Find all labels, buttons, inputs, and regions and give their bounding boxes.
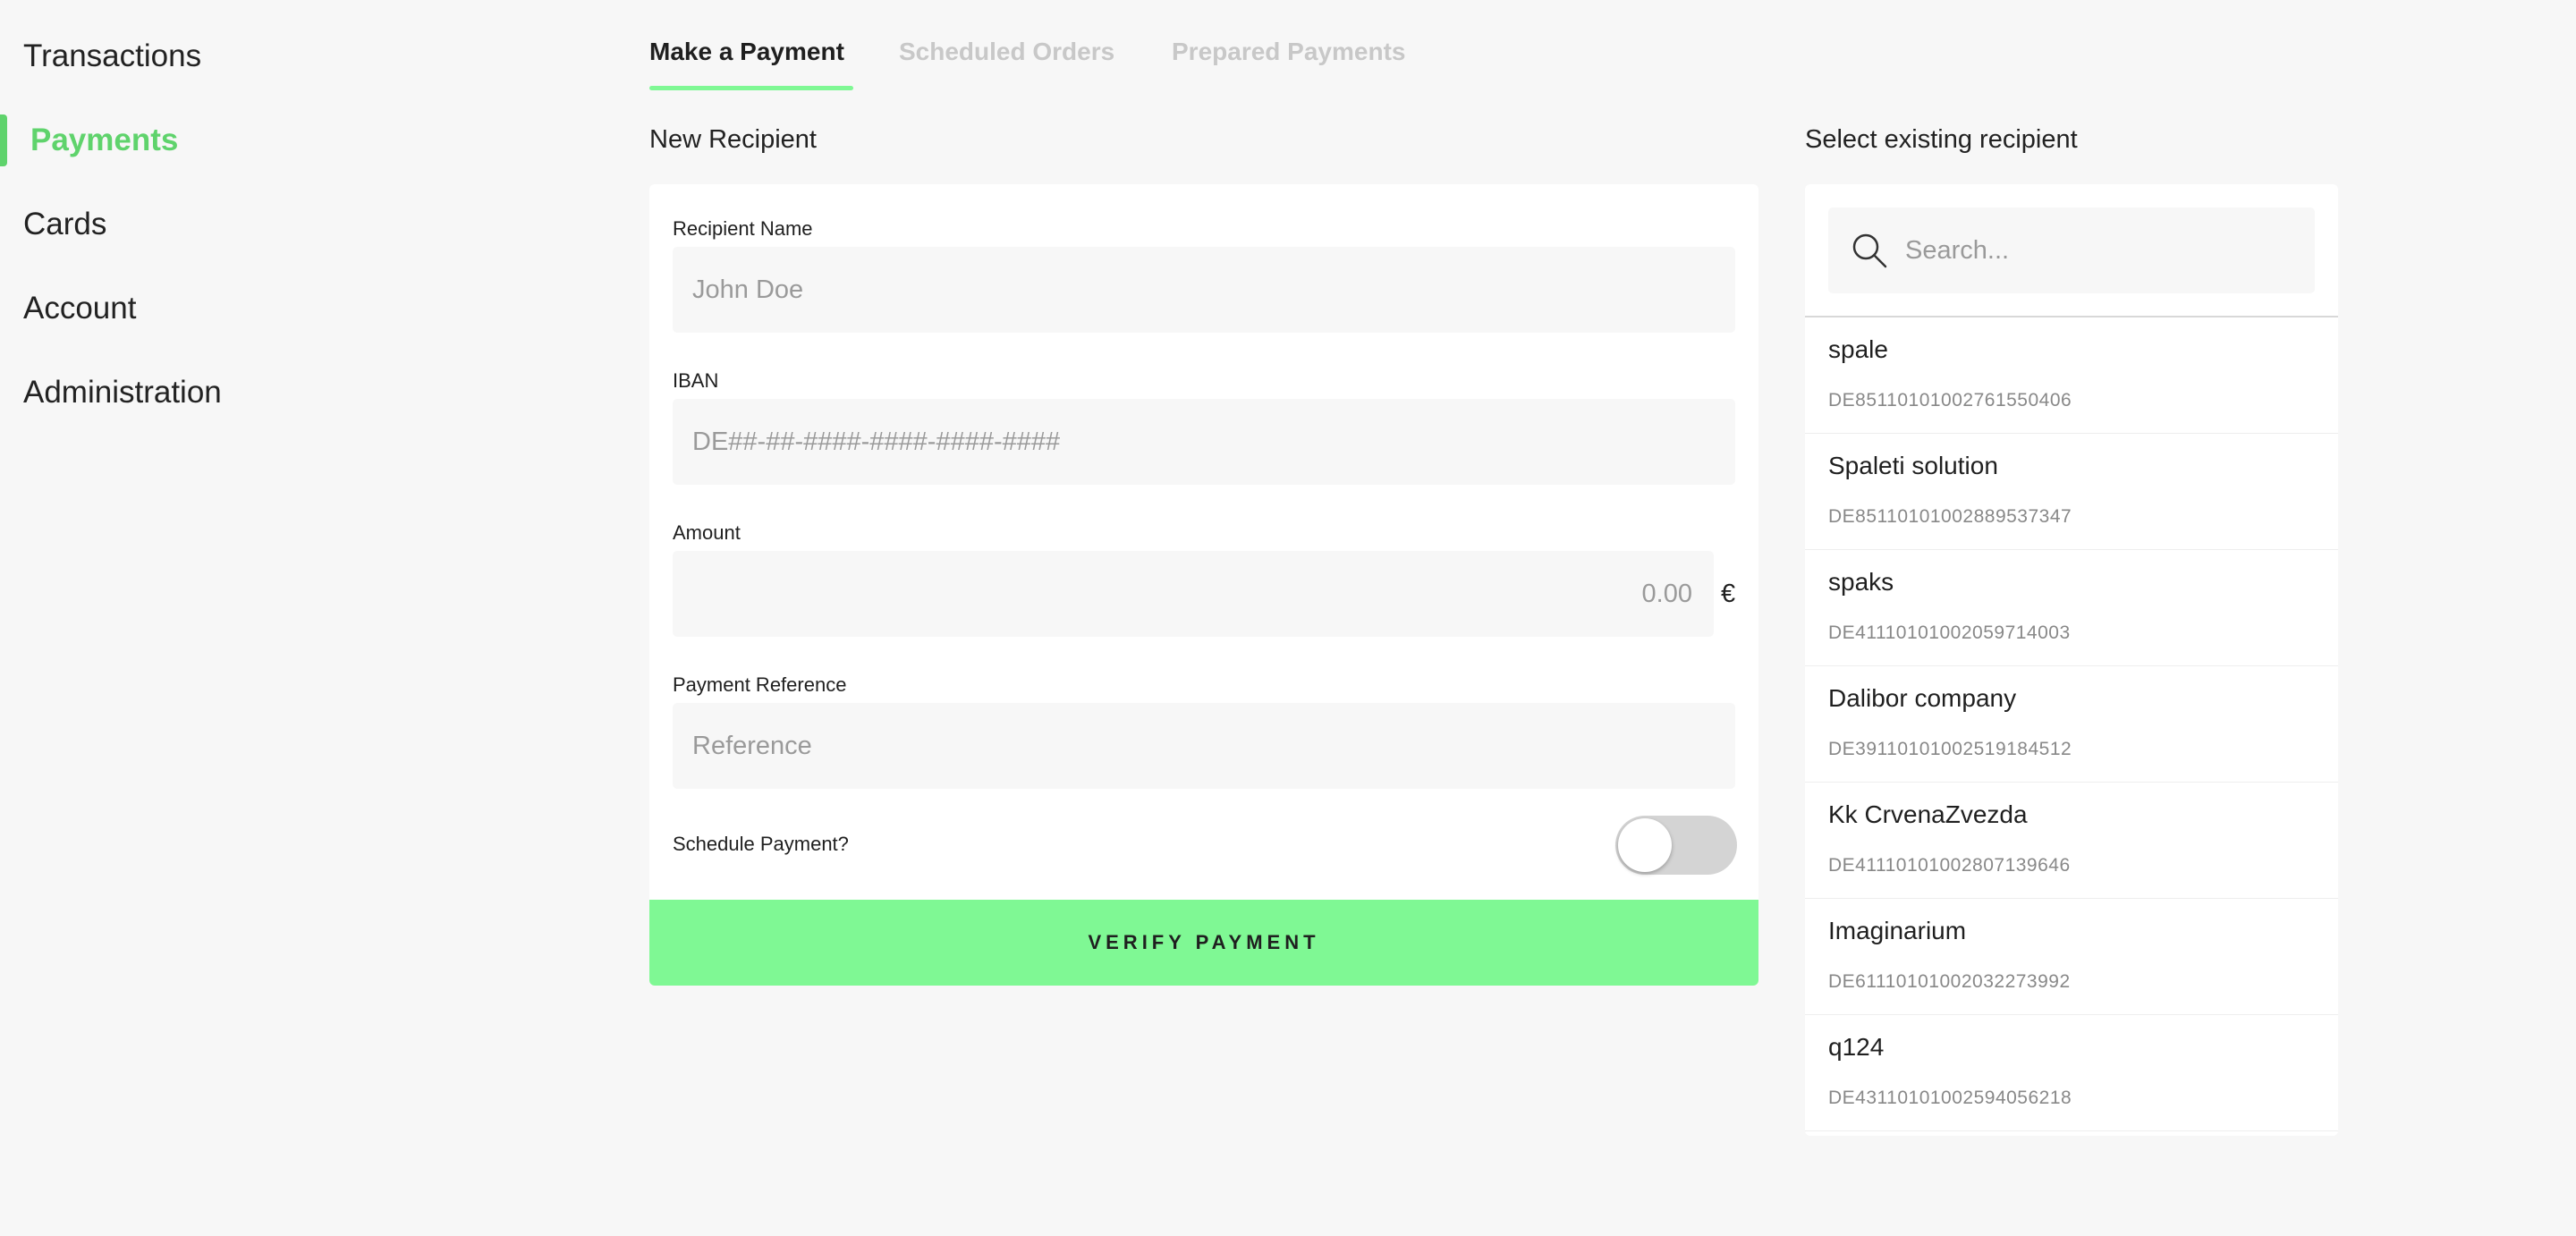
select-recipient-title: Select existing recipient (1805, 125, 2078, 154)
recipient-iban: DE85110101002761550406 (1828, 390, 2072, 411)
recipient-list: spale DE85110101002761550406 Spaleti sol… (1805, 317, 2338, 1131)
recipient-iban: DE61110101002032273992 (1828, 971, 2071, 992)
sidebar-item-cards[interactable]: Cards (23, 206, 106, 243)
recipient-iban: DE43110101002594056218 (1828, 1088, 2072, 1108)
recipient-item[interactable]: spaks DE41110101002059714003 (1805, 550, 2338, 666)
recipient-name-input[interactable] (673, 247, 1735, 333)
amount-input[interactable] (673, 551, 1714, 637)
recipient-item[interactable]: Dalibor company DE39110101002519184512 (1805, 666, 2338, 783)
tab-prepared-payments[interactable]: Prepared Payments (1172, 34, 1405, 70)
sidebar-item-transactions[interactable]: Transactions (23, 38, 201, 75)
payment-reference-input[interactable] (673, 703, 1735, 789)
sidebar-item-administration[interactable]: Administration (23, 374, 222, 411)
recipient-item[interactable]: Imaginarium DE61110101002032273992 (1805, 899, 2338, 1015)
active-nav-indicator (0, 114, 7, 166)
recipient-panel: spale DE85110101002761550406 Spaleti sol… (1805, 184, 2338, 1136)
new-recipient-title: New Recipient (649, 125, 817, 154)
iban-label: IBAN (673, 369, 719, 392)
recipient-item[interactable]: spale DE85110101002761550406 (1805, 317, 2338, 434)
search-icon (1852, 233, 1887, 268)
recipient-iban: DE41110101002059714003 (1828, 622, 2071, 643)
amount-label: Amount (673, 521, 741, 544)
schedule-payment-label: Schedule Payment? (673, 833, 849, 855)
recipient-name: Spaleti solution (1828, 452, 1998, 479)
recipient-item[interactable]: Kk CrvenaZvezda DE41110101002807139646 (1805, 783, 2338, 899)
recipient-name: Kk CrvenaZvezda (1828, 800, 2028, 828)
recipient-item[interactable]: Spaleti solution DE85110101002889537347 (1805, 434, 2338, 550)
tab-make-a-payment[interactable]: Make a Payment (649, 34, 844, 70)
search-box (1828, 207, 2315, 293)
recipient-iban: DE39110101002519184512 (1828, 739, 2072, 759)
recipient-item[interactable]: q124 DE43110101002594056218 (1805, 1015, 2338, 1131)
sidebar-item-payments[interactable]: Payments (30, 122, 178, 159)
currency-symbol: € (1721, 580, 1736, 608)
toggle-knob (1618, 818, 1672, 872)
recipient-name-label: Recipient Name (673, 217, 813, 240)
payment-reference-label: Payment Reference (673, 673, 847, 696)
iban-input[interactable] (673, 399, 1735, 485)
recipient-iban: DE41110101002807139646 (1828, 855, 2071, 876)
tab-scheduled-orders[interactable]: Scheduled Orders (899, 34, 1114, 70)
verify-payment-button[interactable]: VERIFY PAYMENT (649, 900, 1758, 986)
recipient-name: spaks (1828, 568, 1894, 596)
recipient-iban: DE85110101002889537347 (1828, 506, 2072, 527)
active-tab-underline (649, 86, 853, 90)
sidebar: Transactions Payments Cards Account Admi… (0, 0, 358, 1236)
recipient-name: Dalibor company (1828, 684, 2017, 712)
recipient-search-input[interactable] (1903, 207, 2297, 293)
recipient-name: q124 (1828, 1033, 1885, 1061)
payment-form: Recipient Name IBAN Amount € Payment Ref… (649, 184, 1758, 986)
schedule-payment-toggle[interactable] (1615, 816, 1737, 875)
sidebar-item-account[interactable]: Account (23, 290, 136, 327)
recipient-name: spale (1828, 335, 1888, 363)
recipient-name: Imaginarium (1828, 917, 1967, 944)
